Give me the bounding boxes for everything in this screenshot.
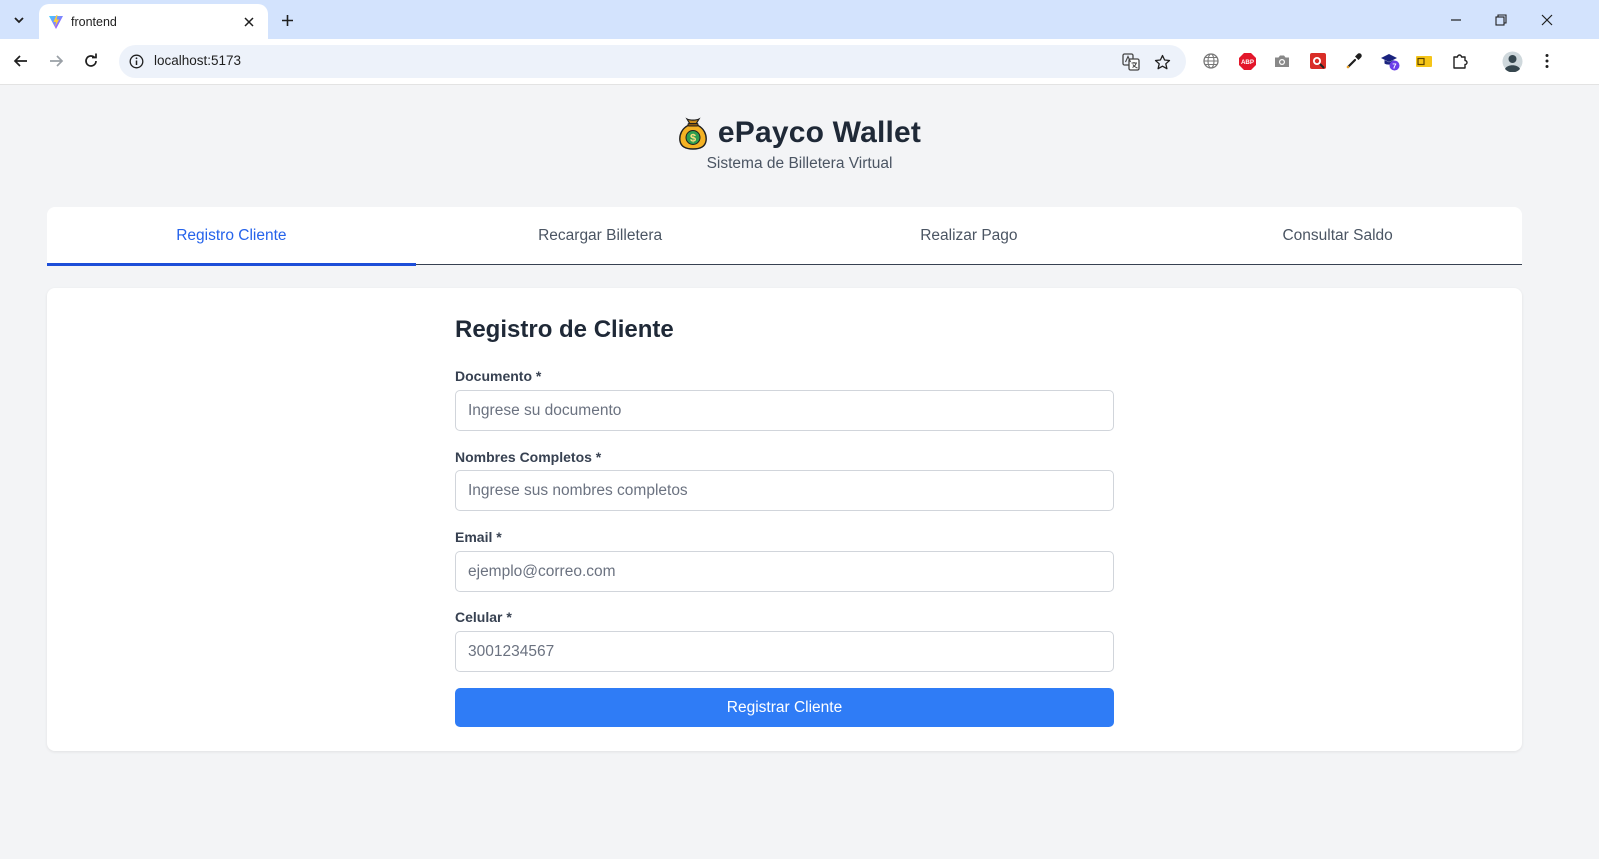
reload-button[interactable]: [77, 47, 105, 75]
celular-input[interactable]: [455, 631, 1114, 672]
browser-tab[interactable]: frontend: [39, 4, 268, 39]
svg-text:$: $: [690, 133, 696, 145]
folder-icon: [1416, 56, 1432, 67]
tab-search-button[interactable]: [6, 7, 32, 33]
extension-eyedropper-button[interactable]: [1343, 50, 1365, 72]
url-text: localhost:5173: [154, 53, 242, 68]
extension-badge-count: 7: [1392, 61, 1396, 70]
app-header: $ ePayco Wallet: [0, 116, 1599, 155]
restore-button[interactable]: [1486, 5, 1516, 35]
registrar-cliente-button[interactable]: Registrar Cliente: [455, 688, 1114, 727]
puzzle-icon: [1453, 54, 1468, 69]
tab-realizar-pago[interactable]: Realizar Pago: [785, 207, 1154, 264]
more-vert-icon: [1545, 54, 1549, 68]
tab-close-button[interactable]: [240, 13, 258, 31]
nombres-label: Nombres Completos *: [455, 449, 602, 465]
camera-icon: [1275, 55, 1289, 67]
reload-icon: [85, 53, 97, 67]
svg-text:ABP: ABP: [1240, 59, 1253, 66]
nombres-input[interactable]: [455, 470, 1114, 511]
vite-logo-icon: [49, 14, 63, 29]
money-bag-icon: $: [678, 117, 707, 150]
browser-menu-button[interactable]: [1536, 50, 1558, 72]
new-tab-button[interactable]: [276, 9, 298, 31]
arrow-right-icon: [50, 55, 64, 67]
extensions-menu-button[interactable]: [1449, 50, 1471, 72]
chevron-down-icon: [14, 17, 24, 24]
translate-icon: [1122, 53, 1140, 71]
profile-avatar[interactable]: [1501, 50, 1523, 72]
extension-red-button[interactable]: [1307, 50, 1329, 72]
site-info-button[interactable]: [126, 51, 147, 72]
tab-registro-cliente[interactable]: Registro Cliente: [47, 207, 416, 266]
app-subtitle: Sistema de Billetera Virtual: [706, 155, 893, 172]
extension-globe-button[interactable]: [1200, 50, 1222, 72]
extension-badge-button[interactable]: 7: [1379, 50, 1401, 72]
browser-toolbar: localhost:5173 ABP 7: [0, 39, 1599, 85]
graduation-cap-icon: 7: [1381, 54, 1400, 71]
documento-label: Documento *: [455, 368, 542, 384]
plus-icon: [281, 14, 293, 26]
extension-camera-button[interactable]: [1271, 50, 1293, 72]
form-title: Registro de Cliente: [455, 316, 674, 343]
address-bar[interactable]: localhost:5173: [119, 45, 1186, 78]
registration-form: Registro de Cliente Documento * Nombres …: [47, 288, 1522, 751]
tab-recargar-billetera[interactable]: Recargar Billetera: [416, 207, 785, 264]
email-label: Email *: [455, 529, 502, 545]
globe-icon: [1203, 53, 1219, 69]
window-close-button[interactable]: [1532, 5, 1562, 35]
back-button[interactable]: [7, 47, 35, 75]
app-title: ePayco Wallet: [717, 116, 922, 149]
adblock-icon: ABP: [1238, 52, 1256, 70]
main-tabs: Registro Cliente Recargar Billetera Real…: [47, 207, 1522, 266]
documento-input[interactable]: [455, 390, 1114, 431]
translate-button[interactable]: [1119, 50, 1143, 74]
restore-icon: [1495, 14, 1507, 26]
info-icon: [129, 54, 144, 69]
arrow-left-icon: [13, 55, 27, 67]
bookmark-button[interactable]: [1150, 50, 1174, 74]
close-icon: [1541, 14, 1553, 26]
star-icon: [1154, 54, 1170, 69]
email-input[interactable]: [455, 551, 1114, 592]
red-square-icon: [1310, 53, 1326, 69]
extension-folder-button[interactable]: [1413, 50, 1435, 72]
avatar-icon: [1502, 51, 1522, 72]
minimize-icon: [1451, 19, 1461, 21]
close-icon: [244, 16, 254, 27]
celular-label: Celular *: [455, 609, 512, 625]
tab-consultar-saldo[interactable]: Consultar Saldo: [1153, 207, 1522, 264]
browser-tabstrip: frontend: [0, 0, 1599, 39]
eyedropper-icon: [1346, 53, 1362, 69]
tab-title: frontend: [71, 14, 117, 29]
minimize-button[interactable]: [1441, 5, 1471, 35]
forward-button[interactable]: [42, 47, 70, 75]
extension-adblock-button[interactable]: ABP: [1236, 50, 1258, 72]
